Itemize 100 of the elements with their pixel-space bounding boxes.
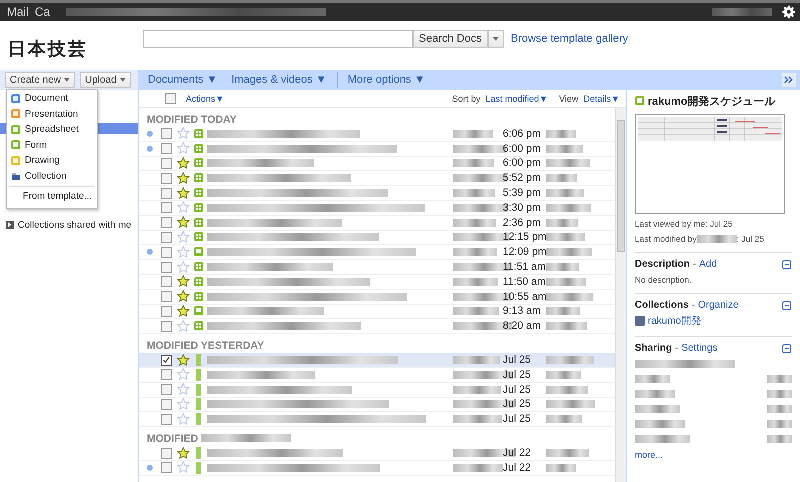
star-icon[interactable]: [177, 446, 190, 460]
star-icon[interactable]: [177, 368, 190, 382]
menu-item[interactable]: Spreadsheet: [7, 122, 97, 138]
star-icon[interactable]: [177, 142, 190, 156]
star-icon[interactable]: [177, 383, 190, 396]
star-icon[interactable]: [177, 275, 190, 288]
document-row[interactable]: Jul 22: [139, 446, 615, 461]
star-icon[interactable]: [177, 216, 190, 230]
collapse-icon[interactable]: [782, 300, 792, 310]
search-button[interactable]: Search Docs: [413, 30, 488, 48]
row-checkbox[interactable]: [161, 276, 172, 288]
create-button[interactable]: Create new: [5, 72, 76, 88]
row-checkbox[interactable]: [161, 354, 172, 366]
logo[interactable]: 日本技芸: [0, 21, 138, 59]
row-checkbox[interactable]: [161, 306, 172, 317]
toolbar-menu[interactable]: Images & videos ▼: [232, 74, 327, 86]
settings-icon[interactable]: [782, 5, 796, 19]
row-checkbox[interactable]: [161, 246, 172, 258]
row-checkbox[interactable]: [161, 369, 172, 380]
menu-item[interactable]: Document: [7, 91, 97, 106]
row-checkbox[interactable]: [161, 217, 172, 228]
top-nav-link[interactable]: Ca: [35, 5, 50, 19]
document-row[interactable]: Jul 25: [139, 412, 615, 428]
menu-item[interactable]: Form: [7, 138, 97, 153]
menu-item[interactable]: Drawing: [7, 153, 97, 168]
section-action-link[interactable]: Add: [699, 259, 718, 270]
star-icon[interactable]: [177, 127, 190, 140]
view-menu[interactable]: Details▼: [584, 94, 620, 104]
menu-item[interactable]: Presentation: [7, 106, 97, 122]
star-icon[interactable]: [177, 156, 190, 170]
search-field[interactable]: [143, 30, 413, 48]
spreadsheet-thumbnail[interactable]: [635, 114, 785, 214]
document-row[interactable]: 5:52 pm: [139, 171, 615, 186]
row-checkbox[interactable]: [161, 414, 172, 425]
star-icon[interactable]: [177, 398, 190, 411]
sidebar-item[interactable]: Collections shared with me: [0, 217, 138, 233]
row-checkbox[interactable]: [161, 172, 172, 184]
section-action-link[interactable]: Settings: [682, 343, 718, 354]
document-row[interactable]: 12:15 pm: [139, 230, 615, 246]
row-checkbox[interactable]: [161, 128, 172, 140]
row-checkbox[interactable]: [161, 384, 172, 396]
row-checkbox[interactable]: [161, 291, 172, 302]
row-checkbox[interactable]: [161, 158, 172, 169]
more-link[interactable]: more...: [635, 450, 792, 460]
document-row[interactable]: 6:00 pm: [139, 156, 615, 172]
document-row[interactable]: 11:51 am: [139, 260, 615, 275]
row-checkbox[interactable]: [161, 143, 172, 154]
create-button[interactable]: Upload: [80, 72, 131, 88]
expand-icon[interactable]: [782, 73, 796, 87]
document-row[interactable]: Jul 22: [139, 460, 615, 476]
star-icon[interactable]: [177, 412, 190, 426]
document-row[interactable]: Jul 25: [139, 398, 615, 412]
actions-menu[interactable]: Actions▼: [186, 94, 224, 104]
toolbar-menu[interactable]: More options ▼: [348, 74, 426, 86]
toolbar-menu[interactable]: Documents ▼: [148, 74, 218, 86]
template-gallery-link[interactable]: Browse template gallery: [510, 33, 628, 45]
document-row[interactable]: 3:30 pm: [139, 200, 615, 216]
document-row[interactable]: 5:39 pm: [139, 186, 615, 201]
sort-menu[interactable]: Last modified▼: [486, 94, 548, 104]
star-icon[interactable]: [177, 320, 190, 333]
star-icon[interactable]: [177, 230, 190, 244]
row-checkbox[interactable]: [161, 448, 172, 459]
document-row[interactable]: 8:20 am: [139, 319, 615, 334]
document-row[interactable]: 9:13 am: [139, 304, 615, 320]
scrollbar[interactable]: [615, 108, 626, 482]
star-icon[interactable]: [177, 246, 190, 259]
document-row[interactable]: Jul 25: [139, 382, 615, 398]
star-icon[interactable]: [177, 201, 190, 214]
row-checkbox[interactable]: [161, 188, 172, 199]
document-row[interactable]: Jul 25: [139, 353, 615, 368]
collapse-icon[interactable]: [782, 260, 792, 270]
document-row[interactable]: 12:09 pm: [139, 245, 615, 260]
document-row[interactable]: 6:00 pm: [139, 142, 615, 157]
row-checkbox[interactable]: [161, 462, 172, 474]
expand-arrow-icon[interactable]: [6, 221, 14, 229]
document-row[interactable]: 2:36 pm: [139, 216, 615, 231]
star-icon[interactable]: [177, 172, 190, 185]
row-checkbox[interactable]: [161, 262, 172, 273]
collection-link[interactable]: rakumo開発: [648, 314, 702, 328]
document-row[interactable]: 11:50 am: [139, 274, 615, 290]
document-row[interactable]: 10:55 am: [139, 290, 615, 305]
row-checkbox[interactable]: [161, 398, 172, 410]
search-options-button[interactable]: [488, 30, 504, 48]
star-icon[interactable]: [177, 260, 190, 274]
star-icon[interactable]: [177, 354, 190, 367]
collapse-icon[interactable]: [782, 344, 792, 354]
document-row[interactable]: 6:06 pm: [139, 127, 615, 142]
document-row[interactable]: Jul 25: [139, 368, 615, 383]
row-checkbox[interactable]: [161, 202, 172, 214]
menu-item[interactable]: From template...: [7, 189, 97, 204]
star-icon[interactable]: [177, 461, 190, 474]
menu-item[interactable]: Collection: [7, 168, 97, 184]
select-all-checkbox[interactable]: [165, 93, 176, 104]
star-icon[interactable]: [177, 186, 190, 200]
row-checkbox[interactable]: [161, 232, 172, 243]
row-checkbox[interactable]: [161, 320, 172, 332]
star-icon[interactable]: [177, 290, 190, 304]
top-nav-link[interactable]: Mail: [7, 5, 30, 19]
star-icon[interactable]: [177, 304, 190, 318]
section-action-link[interactable]: Organize: [698, 300, 739, 311]
